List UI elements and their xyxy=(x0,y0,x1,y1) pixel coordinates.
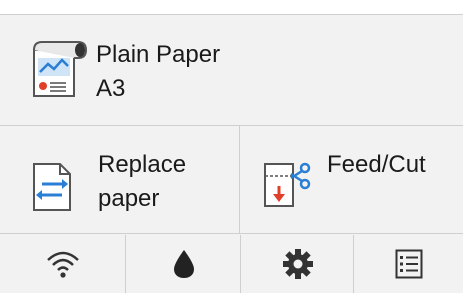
replace-arrows-icon xyxy=(33,163,71,211)
list-icon xyxy=(395,249,423,279)
paper-roll-icon xyxy=(33,41,88,97)
gear-icon xyxy=(282,249,313,279)
replace-paper-label: Replace paper xyxy=(98,151,187,212)
status-bar xyxy=(0,0,463,14)
wifi-icon xyxy=(46,251,79,278)
tab-ink[interactable] xyxy=(127,235,241,293)
tab-wireless[interactable] xyxy=(0,235,126,293)
tab-settings[interactable] xyxy=(242,235,354,293)
scissors-icon xyxy=(264,162,311,207)
media-type-label: Plain Paper xyxy=(96,41,221,68)
feed-cut-button[interactable]: Feed/Cut xyxy=(241,126,463,234)
feed-cut-label: Feed/Cut xyxy=(327,151,426,178)
bottom-tab-bar xyxy=(0,235,463,293)
media-size-label: A3 xyxy=(96,75,126,102)
ink-drop-icon xyxy=(173,250,194,278)
tab-menu[interactable] xyxy=(355,235,463,293)
media-settings-button[interactable]: Plain Paper A3 xyxy=(0,14,463,126)
replace-paper-button[interactable]: Replace paper xyxy=(0,126,240,234)
action-row: Replace paper Feed/Cut xyxy=(0,126,463,234)
